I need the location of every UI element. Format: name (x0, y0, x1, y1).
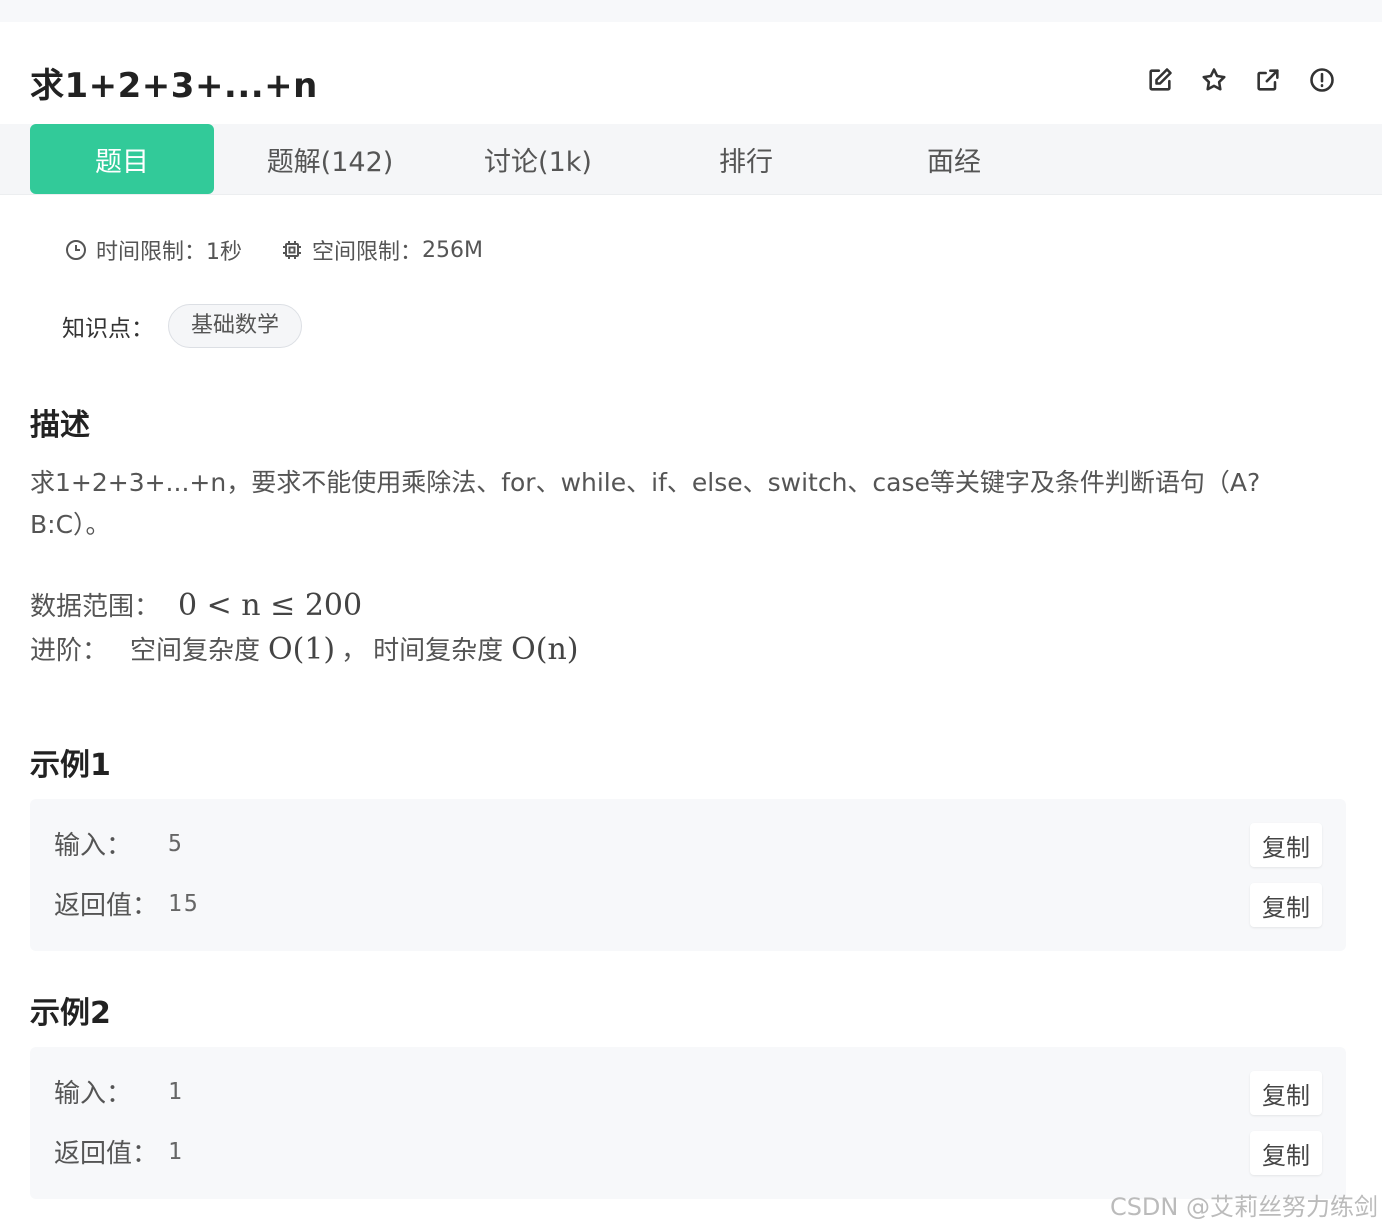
description-text: 求1+2+3+...+n，要求不能使用乘除法、for、while、if、else… (30, 468, 1261, 539)
data-range-label: 数据范围： (30, 592, 161, 622)
tab-bar: 题目 题解(142) 讨论(1k) 排行 面经 (0, 124, 1382, 195)
example-1-input-label: 输入： (54, 831, 133, 861)
data-range-math: 0 < n ≤ 200 (178, 588, 363, 623)
example-2-input-copy-button[interactable]: 复制 (1250, 1071, 1322, 1115)
example-2-input-label: 输入： (54, 1079, 133, 1109)
time-limit-label: 时间限制： (96, 240, 207, 265)
advanced-time-math: O(n) (511, 632, 579, 667)
example-1-input-row: 输入： 5 (54, 825, 184, 862)
space-limit-value: 256M (422, 237, 484, 263)
example-2-heading: 示例2 (30, 996, 111, 1031)
time-limit: 时间限制： 1秒 (64, 234, 242, 266)
advanced-label: 进阶： (30, 636, 109, 666)
advanced-space-math: O(1) (268, 632, 336, 667)
example-2-input-row: 输入： 1 (54, 1073, 184, 1110)
clock-icon (66, 240, 86, 260)
space-limit: 空间限制： 256M (280, 234, 483, 266)
share-button[interactable] (1252, 64, 1284, 96)
example-1-output-copy-button[interactable]: 复制 (1250, 883, 1322, 927)
knowledge-label: 知识点： (62, 316, 154, 342)
tab-ranking[interactable]: 排行 (654, 124, 838, 194)
example-1-output-value: 15 (168, 890, 200, 917)
problem-actions (1144, 64, 1338, 96)
data-range: 数据范围： 0 < n ≤ 200 (30, 586, 362, 623)
chip-icon (283, 241, 302, 259)
example-2-output-label: 返回值： (54, 1139, 159, 1169)
tab-solutions[interactable]: 题解(142) (238, 124, 422, 194)
share-icon (1257, 69, 1279, 91)
description-heading: 描述 (30, 408, 90, 443)
example-1-input-value: 5 (168, 830, 184, 857)
edit-button[interactable] (1144, 64, 1176, 96)
example-1-box: 输入： 5 复制 返回值： 15 复制 (30, 799, 1346, 951)
favorite-button[interactable] (1198, 64, 1230, 96)
example-1-output-row: 返回值： 15 (54, 885, 200, 922)
report-icon (1310, 68, 1334, 92)
example-2-box: 输入： 1 复制 返回值： 1 复制 (30, 1047, 1346, 1199)
example-2-output-copy-button[interactable]: 复制 (1250, 1131, 1322, 1175)
star-icon (1202, 68, 1226, 91)
tab-discussion[interactable]: 讨论(1k) (446, 124, 630, 194)
report-button[interactable] (1306, 64, 1338, 96)
example-1-heading: 示例1 (30, 748, 111, 783)
tab-interview[interactable]: 面经 (862, 124, 1046, 194)
example-2-output-value: 1 (168, 1138, 184, 1165)
example-2-output-row: 返回值： 1 (54, 1133, 184, 1170)
advanced: 进阶： 空间复杂度 O(1) ， 时间复杂度 O(n) (30, 630, 578, 667)
example-2-input-value: 1 (168, 1078, 184, 1105)
problem-title: 求1+2+3+...+n (30, 66, 318, 106)
watermark: CSDN @艾莉丝努力练剑 (1109, 1193, 1378, 1221)
example-1-output-label: 返回值： (54, 891, 159, 921)
edit-icon (1149, 68, 1172, 91)
advanced-separator: ， (341, 636, 368, 666)
tab-problem[interactable]: 题目 (30, 124, 214, 194)
advanced-time-label: 时间复杂度 (373, 636, 504, 666)
limits: 时间限制： 1秒 空间限制： 256M (64, 234, 521, 266)
knowledge-tag[interactable]: 基础数学 (168, 304, 303, 348)
time-limit-value: 1秒 (206, 240, 243, 265)
example-1-input-copy-button[interactable]: 复制 (1250, 823, 1322, 867)
knowledge-points: 知识点： 基础数学 (62, 304, 303, 348)
space-limit-label: 空间限制： (312, 240, 423, 265)
advanced-space-label: 空间复杂度 (130, 636, 261, 666)
